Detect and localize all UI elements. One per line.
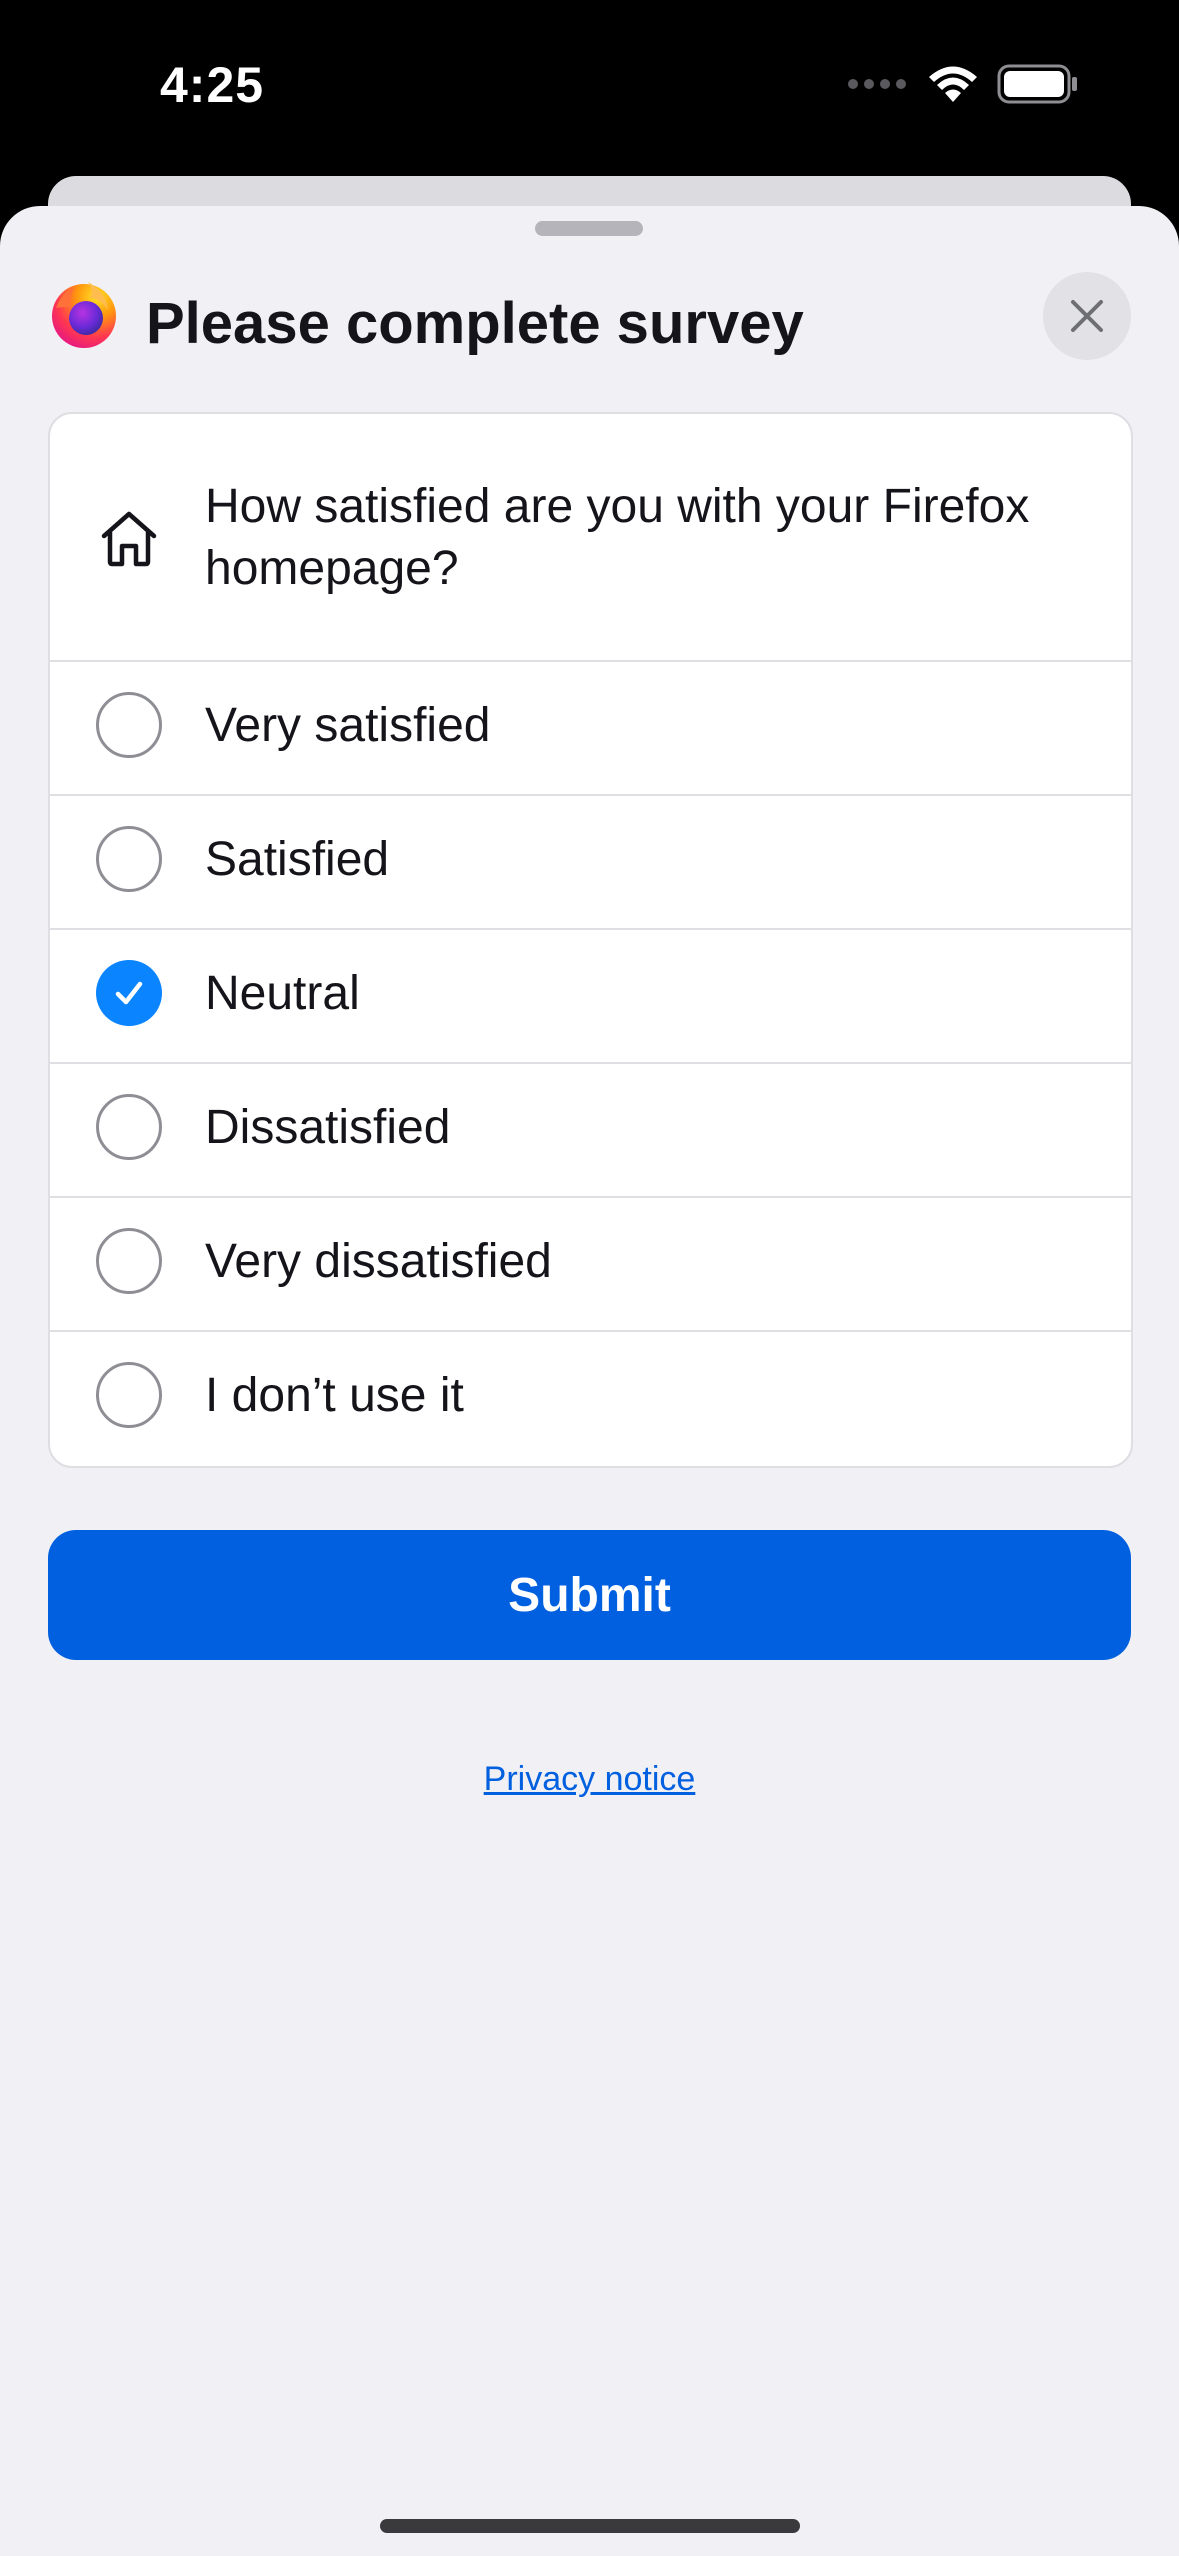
sheet-header: Please complete survey <box>48 272 1131 382</box>
privacy-notice-link[interactable]: Privacy notice <box>0 1760 1179 1799</box>
survey-sheet: Please complete survey How satisfied are… <box>0 206 1179 2556</box>
option-label: Dissatisfied <box>205 1101 451 1154</box>
option-satisfied[interactable]: Satisfied <box>50 796 1131 930</box>
radio-button[interactable] <box>96 1094 162 1160</box>
checkmark-icon <box>115 981 143 1005</box>
cellular-signal-icon <box>848 79 906 89</box>
option-label: I don’t use it <box>205 1369 464 1422</box>
option-label: Satisfied <box>205 833 390 886</box>
option-label: Neutral <box>205 967 360 1020</box>
option-neutral[interactable]: Neutral <box>50 930 1131 1064</box>
option-very-satisfied[interactable]: Very satisfied <box>50 662 1131 796</box>
page-title: Please complete survey <box>146 291 804 356</box>
survey-card: How satisfied are you with your Firefox … <box>48 412 1133 1468</box>
screen: 4:25 Please complete survey How satisfie… <box>0 0 1179 2556</box>
option-very-dissatisfied[interactable]: Very dissatisfied <box>50 1198 1131 1332</box>
option-dissatisfied[interactable]: Dissatisfied <box>50 1064 1131 1198</box>
radio-button-checked[interactable] <box>96 960 162 1026</box>
option-label: Very satisfied <box>205 699 491 752</box>
home-indicator[interactable] <box>380 2519 800 2533</box>
radio-button[interactable] <box>96 826 162 892</box>
survey-question: How satisfied are you with your Firefox … <box>50 414 1131 662</box>
wifi-icon <box>929 66 977 102</box>
sheet-grabber[interactable] <box>535 221 643 236</box>
radio-button[interactable] <box>96 692 162 758</box>
firefox-logo-icon <box>52 282 116 348</box>
option-label: Very dissatisfied <box>205 1235 552 1288</box>
status-time: 4:25 <box>160 57 265 113</box>
battery-icon <box>997 64 1077 104</box>
status-indicators <box>847 64 1079 104</box>
home-icon <box>101 511 157 567</box>
submit-button[interactable]: Submit <box>48 1530 1131 1660</box>
close-button[interactable] <box>1043 272 1131 360</box>
radio-button[interactable] <box>96 1228 162 1294</box>
question-text: How satisfied are you with your Firefox … <box>205 480 1030 595</box>
radio-button[interactable] <box>96 1362 162 1428</box>
option-dont-use[interactable]: I don’t use it <box>50 1332 1131 1464</box>
close-icon <box>1071 300 1103 332</box>
